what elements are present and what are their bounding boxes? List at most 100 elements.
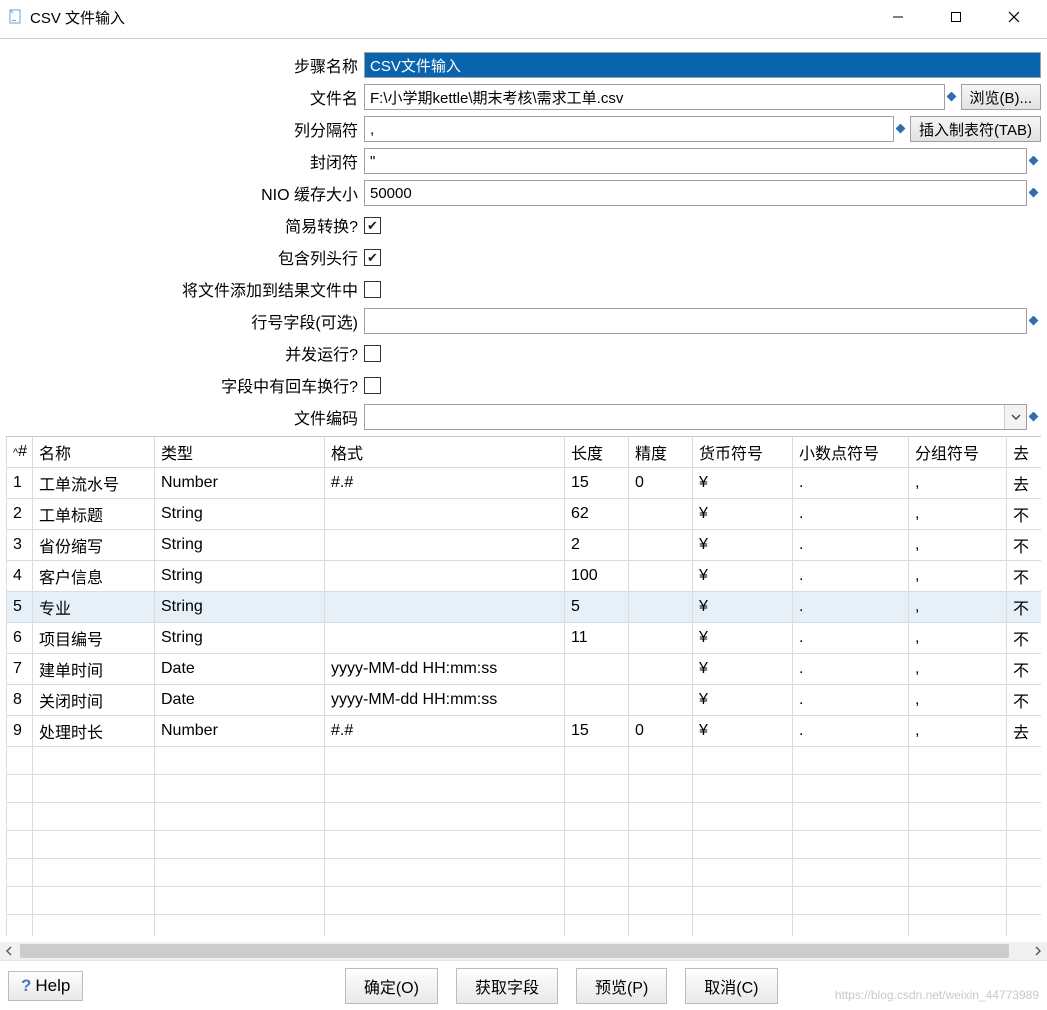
cell-empty[interactable]: [909, 859, 1007, 887]
table-row[interactable]: 8关闭时间Dateyyyy-MM-dd HH:mm:ss¥.,不: [7, 685, 1042, 716]
table-row-empty[interactable]: [7, 859, 1042, 887]
cell-trim[interactable]: 不: [1007, 499, 1042, 530]
cell-empty[interactable]: [693, 887, 793, 915]
ok-button[interactable]: 确定(O): [345, 968, 438, 1004]
th-type[interactable]: 类型: [155, 437, 325, 468]
cell-format[interactable]: [325, 561, 565, 592]
cell-empty[interactable]: [693, 775, 793, 803]
cell-trim[interactable]: 不: [1007, 685, 1042, 716]
cell-trim[interactable]: 不: [1007, 623, 1042, 654]
cell-empty[interactable]: [155, 887, 325, 915]
cell-type[interactable]: String: [155, 592, 325, 623]
cell-length[interactable]: 2: [565, 530, 629, 561]
cell-empty[interactable]: [33, 887, 155, 915]
cell-decimal[interactable]: [629, 561, 693, 592]
cell-currency[interactable]: ¥: [693, 623, 793, 654]
chevron-down-icon[interactable]: [1004, 405, 1026, 429]
cell-empty[interactable]: [325, 915, 565, 937]
cell-empty[interactable]: [565, 915, 629, 937]
cancel-button[interactable]: 取消(C): [685, 968, 777, 1004]
cell-empty[interactable]: [155, 775, 325, 803]
cell-format[interactable]: yyyy-MM-dd HH:mm:ss: [325, 654, 565, 685]
cell-currency[interactable]: ¥: [693, 592, 793, 623]
table-row-empty[interactable]: [7, 887, 1042, 915]
cell-empty[interactable]: [909, 775, 1007, 803]
table-row[interactable]: 6项目编号String11¥.,不: [7, 623, 1042, 654]
cell-empty[interactable]: [565, 887, 629, 915]
cell-currency[interactable]: ¥: [693, 685, 793, 716]
cell-format[interactable]: [325, 530, 565, 561]
cell-type[interactable]: String: [155, 623, 325, 654]
cell-empty[interactable]: [1007, 831, 1042, 859]
cell-empty[interactable]: [793, 775, 909, 803]
cell-decSym[interactable]: .: [793, 530, 909, 561]
cell-length[interactable]: 15: [565, 716, 629, 747]
cell-name[interactable]: 工单流水号: [33, 468, 155, 499]
cell-decSym[interactable]: .: [793, 561, 909, 592]
cell-length[interactable]: 11: [565, 623, 629, 654]
cell-empty[interactable]: [693, 859, 793, 887]
cell-name[interactable]: 工单标题: [33, 499, 155, 530]
cell-trim[interactable]: 不: [1007, 561, 1042, 592]
maximize-button[interactable]: [927, 2, 985, 32]
cell-format[interactable]: [325, 623, 565, 654]
cell-decimal[interactable]: [629, 623, 693, 654]
cell-length[interactable]: [565, 685, 629, 716]
th-decsym[interactable]: 小数点符号: [793, 437, 909, 468]
cell-empty[interactable]: [155, 831, 325, 859]
cell-trim[interactable]: 去: [1007, 468, 1042, 499]
th-length[interactable]: 长度: [565, 437, 629, 468]
cell-empty[interactable]: [1007, 747, 1042, 775]
cell-empty[interactable]: [793, 887, 909, 915]
cell-empty[interactable]: [1007, 887, 1042, 915]
cell-currency[interactable]: ¥: [693, 499, 793, 530]
cell-grpSym[interactable]: ,: [909, 499, 1007, 530]
cell-name[interactable]: 省份缩写: [33, 530, 155, 561]
cell-decimal[interactable]: 0: [629, 468, 693, 499]
cell-empty[interactable]: [693, 831, 793, 859]
scrollbar-thumb[interactable]: [20, 944, 1009, 958]
cell-empty[interactable]: [629, 887, 693, 915]
cell-trim[interactable]: 不: [1007, 654, 1042, 685]
cell-type[interactable]: String: [155, 561, 325, 592]
table-row[interactable]: 5专业String5¥.,不: [7, 592, 1042, 623]
cell-grpSym[interactable]: ,: [909, 716, 1007, 747]
cell-empty[interactable]: [7, 859, 33, 887]
cell-type[interactable]: Number: [155, 468, 325, 499]
cell-empty[interactable]: [629, 859, 693, 887]
cell-format[interactable]: #.#: [325, 468, 565, 499]
checkbox-add-result[interactable]: [364, 281, 381, 298]
cell-currency[interactable]: ¥: [693, 654, 793, 685]
cell-empty[interactable]: [33, 859, 155, 887]
table-row[interactable]: 1工单流水号Number#.#150¥.,去: [7, 468, 1042, 499]
cell-type[interactable]: Date: [155, 654, 325, 685]
cell-grpSym[interactable]: ,: [909, 561, 1007, 592]
cell-length[interactable]: 5: [565, 592, 629, 623]
cell-empty[interactable]: [693, 915, 793, 937]
cell-length[interactable]: 15: [565, 468, 629, 499]
cell-idx[interactable]: 7: [7, 654, 33, 685]
cell-type[interactable]: String: [155, 530, 325, 561]
th-format[interactable]: 格式: [325, 437, 565, 468]
cell-empty[interactable]: [565, 831, 629, 859]
cell-trim[interactable]: 不: [1007, 592, 1042, 623]
var-icon[interactable]: [1027, 188, 1041, 198]
cell-empty[interactable]: [155, 747, 325, 775]
cell-name[interactable]: 专业: [33, 592, 155, 623]
cell-decSym[interactable]: .: [793, 654, 909, 685]
cell-empty[interactable]: [793, 803, 909, 831]
th-trim[interactable]: 去: [1007, 437, 1042, 468]
cell-idx[interactable]: 4: [7, 561, 33, 592]
cell-empty[interactable]: [155, 915, 325, 937]
th-name[interactable]: 名称: [33, 437, 155, 468]
cell-trim[interactable]: 去: [1007, 716, 1042, 747]
cell-empty[interactable]: [7, 915, 33, 937]
input-enclosure[interactable]: [364, 148, 1027, 174]
cell-empty[interactable]: [7, 831, 33, 859]
cell-length[interactable]: [565, 654, 629, 685]
cell-empty[interactable]: [793, 747, 909, 775]
scroll-right-icon[interactable]: [1029, 942, 1047, 960]
cell-empty[interactable]: [33, 831, 155, 859]
cell-length[interactable]: 100: [565, 561, 629, 592]
cell-grpSym[interactable]: ,: [909, 592, 1007, 623]
